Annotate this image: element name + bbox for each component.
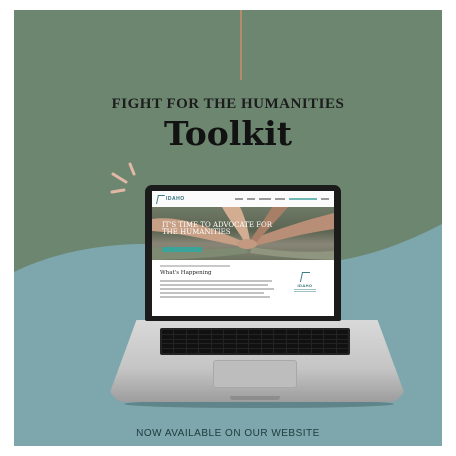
website-screenshot: IDAHO IT'S TIME TO ADVOCATE FOR THE HUMA… bbox=[152, 191, 334, 316]
breadcrumb bbox=[160, 265, 230, 267]
website-content: What's Happening IDAHO bbox=[152, 260, 334, 298]
laptop-notch bbox=[230, 396, 280, 400]
paragraph-line bbox=[160, 296, 270, 298]
nav-link bbox=[259, 198, 271, 200]
website-hero-button bbox=[162, 247, 202, 252]
nav-link-highlighted bbox=[289, 198, 317, 200]
nav-link bbox=[321, 198, 329, 200]
headline-title: Toolkit bbox=[164, 114, 292, 153]
website-logo: IDAHO bbox=[156, 194, 185, 204]
paragraph-line bbox=[160, 288, 274, 290]
website-content-logo-text: IDAHO bbox=[297, 283, 313, 288]
paragraph-line bbox=[160, 284, 268, 286]
logo-mark-icon bbox=[299, 272, 311, 282]
nav-link bbox=[275, 198, 285, 200]
website-hero: IT'S TIME TO ADVOCATE FOR THE HUMANITIES bbox=[152, 207, 334, 260]
call-to-action-text: NOW AVAILABLE ON OUR WEBSITE bbox=[136, 428, 320, 439]
headline-kicker: FIGHT FOR THE HUMANITIES bbox=[111, 96, 345, 112]
promo-card: FIGHT FOR THE HUMANITIES Toolkit IDAHO I… bbox=[14, 10, 442, 446]
website-hero-headline: IT'S TIME TO ADVOCATE FOR THE HUMANITIES bbox=[162, 221, 273, 236]
website-content-logo: IDAHO bbox=[294, 272, 316, 292]
nav-link bbox=[247, 198, 255, 200]
website-nav-links bbox=[235, 198, 329, 200]
nav-link bbox=[235, 198, 243, 200]
website-nav-bar: IDAHO bbox=[152, 191, 334, 207]
logo-underline bbox=[294, 291, 316, 292]
logo-mark-icon bbox=[156, 194, 165, 204]
laptop-screen-bezel: IDAHO IT'S TIME TO ADVOCATE FOR THE HUMA… bbox=[145, 185, 341, 321]
paragraph-line bbox=[160, 292, 264, 294]
accent-line bbox=[240, 10, 242, 80]
sparkle-lines-icon bbox=[110, 162, 136, 194]
website-logo-text: IDAHO bbox=[166, 196, 185, 202]
logo-underline bbox=[294, 289, 316, 290]
laptop-trackpad bbox=[213, 360, 297, 388]
paragraph-line bbox=[160, 280, 272, 282]
laptop-keyboard bbox=[160, 328, 350, 355]
